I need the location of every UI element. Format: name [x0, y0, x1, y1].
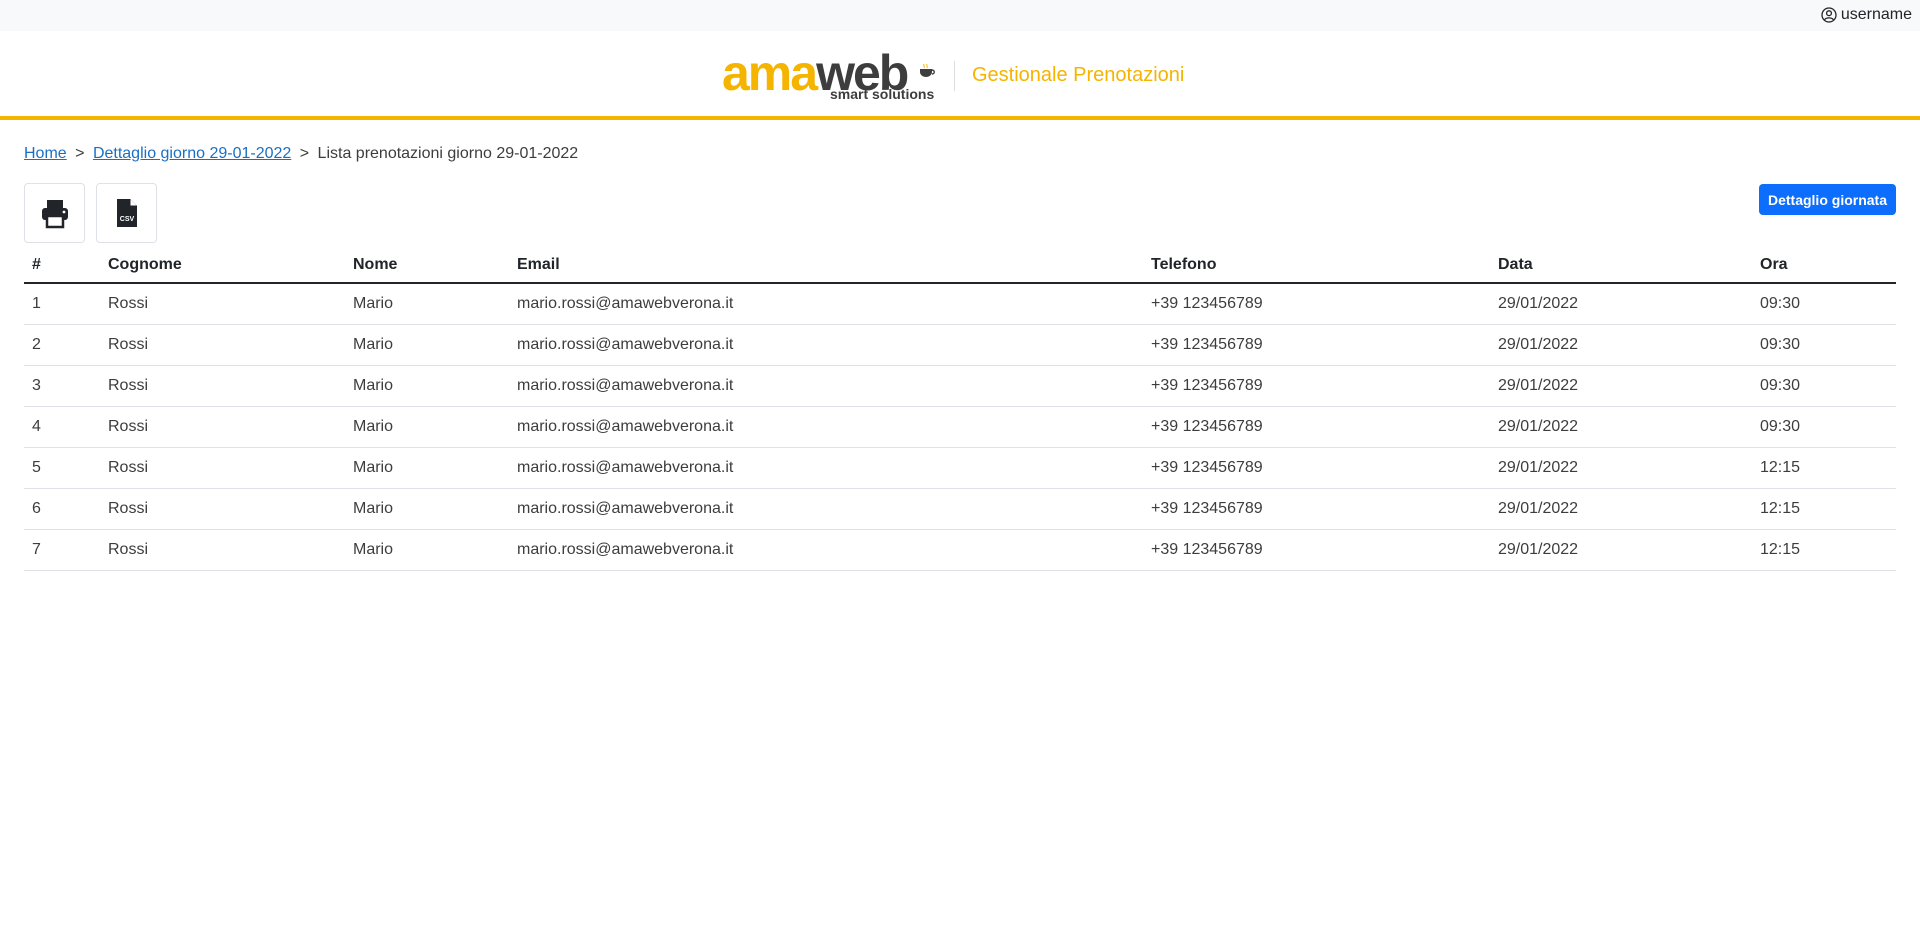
- logo-tagline: smart solutions: [830, 86, 935, 102]
- cell-phone: +39 123456789: [1143, 283, 1490, 325]
- cell-date: 29/01/2022: [1490, 406, 1752, 448]
- cell-email: mario.rossi@amawebverona.it: [509, 488, 1143, 530]
- cell-name: Mario: [345, 447, 509, 489]
- cell-phone: +39 123456789: [1143, 447, 1490, 489]
- cell-surname: Rossi: [100, 447, 345, 489]
- cell-number: 5: [24, 447, 100, 489]
- breadcrumb-current: Lista prenotazioni giorno 29-01-2022: [317, 145, 579, 162]
- cell-name: Mario: [345, 365, 509, 407]
- user-circle-icon: [1821, 7, 1837, 23]
- site-header: amaweb smart solutions Gestionale Prenot…: [0, 31, 1920, 120]
- username-label: username: [1840, 6, 1912, 23]
- cell-phone: +39 123456789: [1143, 324, 1490, 366]
- cell-date: 29/01/2022: [1490, 365, 1752, 407]
- cell-number: 4: [24, 406, 100, 448]
- svg-text:CSV: CSV: [119, 216, 134, 223]
- breadcrumb-day-detail-link[interactable]: Dettaglio giorno 29-01-2022: [93, 145, 291, 162]
- cell-email: mario.rossi@amawebverona.it: [509, 529, 1143, 571]
- table-row: 2 Rossi Mario mario.rossi@amawebverona.i…: [24, 324, 1896, 366]
- cell-number: 2: [24, 324, 100, 366]
- column-header-surname: Cognome: [100, 247, 345, 284]
- cell-name: Mario: [345, 283, 509, 325]
- cell-time: 12:15: [1752, 529, 1896, 571]
- reservations-table: # Cognome Nome Email Telefono Data Ora 1…: [24, 247, 1896, 571]
- breadcrumb-separator: >: [299, 145, 310, 162]
- amaweb-logo[interactable]: amaweb smart solutions: [722, 45, 938, 107]
- column-header-date: Data: [1490, 247, 1752, 284]
- cell-date: 29/01/2022: [1490, 283, 1752, 325]
- breadcrumb-home-link[interactable]: Home: [24, 145, 67, 162]
- table-row: 1 Rossi Mario mario.rossi@amawebverona.i…: [24, 283, 1896, 325]
- csv-file-icon: CSV: [116, 199, 137, 227]
- column-header-email: Email: [509, 247, 1143, 284]
- breadcrumb: Home > Dettaglio giorno 29-01-2022 > Lis…: [24, 145, 578, 163]
- cell-email: mario.rossi@amawebverona.it: [509, 365, 1143, 407]
- cell-name: Mario: [345, 406, 509, 448]
- table-row: 3 Rossi Mario mario.rossi@amawebverona.i…: [24, 365, 1896, 407]
- printer-icon: [41, 200, 68, 229]
- top-bar: username: [0, 0, 1920, 31]
- print-button[interactable]: [24, 183, 85, 243]
- column-header-phone: Telefono: [1143, 247, 1490, 284]
- cell-time: 12:15: [1752, 488, 1896, 530]
- table-row: 5 Rossi Mario mario.rossi@amawebverona.i…: [24, 447, 1896, 489]
- cell-surname: Rossi: [100, 324, 345, 366]
- cell-email: mario.rossi@amawebverona.it: [509, 324, 1143, 366]
- cell-time: 12:15: [1752, 447, 1896, 489]
- cell-surname: Rossi: [100, 406, 345, 448]
- cell-date: 29/01/2022: [1490, 488, 1752, 530]
- cell-time: 09:30: [1752, 324, 1896, 366]
- breadcrumb-separator: >: [75, 145, 85, 162]
- cup-icon: [920, 63, 935, 77]
- cell-surname: Rossi: [100, 283, 345, 325]
- cell-number: 6: [24, 488, 100, 530]
- column-header-name: Nome: [345, 247, 509, 284]
- cell-date: 29/01/2022: [1490, 324, 1752, 366]
- cell-surname: Rossi: [100, 529, 345, 571]
- cell-number: 1: [24, 283, 100, 325]
- app-title: Gestionale Prenotazioni: [972, 64, 1185, 86]
- cell-number: 7: [24, 529, 100, 571]
- logo-ama: ama: [722, 45, 818, 101]
- cell-phone: +39 123456789: [1143, 488, 1490, 530]
- header-divider: [954, 61, 955, 91]
- table-row: 7 Rossi Mario mario.rossi@amawebverona.i…: [24, 529, 1896, 571]
- cell-surname: Rossi: [100, 365, 345, 407]
- column-header-number: #: [24, 247, 100, 284]
- cell-email: mario.rossi@amawebverona.it: [509, 447, 1143, 489]
- cell-phone: +39 123456789: [1143, 365, 1490, 407]
- cell-name: Mario: [345, 529, 509, 571]
- cell-name: Mario: [345, 488, 509, 530]
- cell-email: mario.rossi@amawebverona.it: [509, 406, 1143, 448]
- cell-surname: Rossi: [100, 488, 345, 530]
- cell-number: 3: [24, 365, 100, 407]
- table-row: 4 Rossi Mario mario.rossi@amawebverona.i…: [24, 406, 1896, 448]
- cell-phone: +39 123456789: [1143, 406, 1490, 448]
- day-detail-button[interactable]: Dettaglio giornata: [1759, 184, 1896, 215]
- cell-date: 29/01/2022: [1490, 447, 1752, 489]
- cell-time: 09:30: [1752, 406, 1896, 448]
- table-header-row: # Cognome Nome Email Telefono Data Ora: [24, 247, 1896, 284]
- table-row: 6 Rossi Mario mario.rossi@amawebverona.i…: [24, 488, 1896, 530]
- cell-email: mario.rossi@amawebverona.it: [509, 283, 1143, 325]
- user-menu[interactable]: username: [1821, 6, 1912, 24]
- cell-time: 09:30: [1752, 283, 1896, 325]
- export-csv-button[interactable]: CSV: [96, 183, 157, 243]
- column-header-time: Ora: [1752, 247, 1896, 284]
- cell-date: 29/01/2022: [1490, 529, 1752, 571]
- cell-phone: +39 123456789: [1143, 529, 1490, 571]
- table-body: 1 Rossi Mario mario.rossi@amawebverona.i…: [24, 283, 1896, 571]
- cell-time: 09:30: [1752, 365, 1896, 407]
- cell-name: Mario: [345, 324, 509, 366]
